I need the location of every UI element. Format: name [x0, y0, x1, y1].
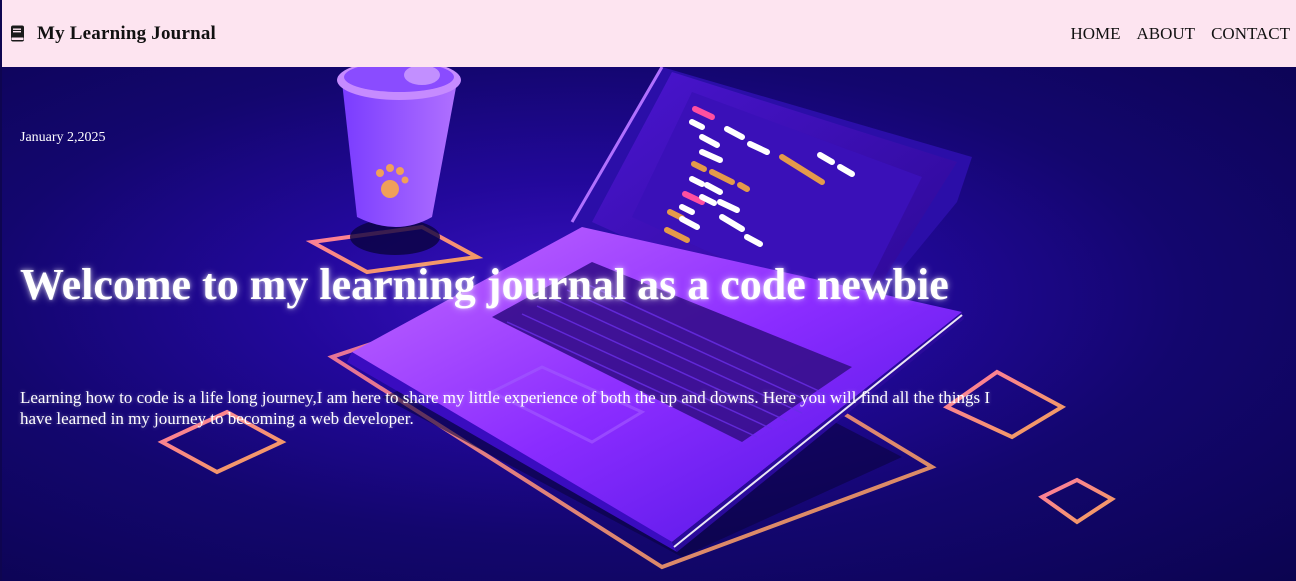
book-icon: [11, 25, 24, 42]
post-date: January 2,2025: [20, 130, 106, 145]
brand-title: My Learning Journal: [37, 22, 217, 44]
hero-intro: Learning how to code is a life long jour…: [20, 388, 990, 428]
brand[interactable]: My Learning Journal: [10, 23, 216, 45]
hero-illustration: [157, 67, 1116, 570]
nav-item-about[interactable]: ABOUT: [1137, 24, 1196, 44]
site-header: My Learning Journal HOME ABOUT CONTACT: [2, 0, 1296, 67]
page: My Learning Journal HOME ABOUT CONTACT J…: [0, 0, 1296, 581]
main-nav: HOME ABOUT CONTACT: [1070, 24, 1290, 44]
hero-section: January 2,2025 Welcome to my learning jo…: [2, 67, 1296, 581]
nav-item-contact[interactable]: CONTACT: [1211, 24, 1290, 44]
hero-headline: Welcome to my learning journal as a code…: [20, 260, 949, 309]
nav-item-home[interactable]: HOME: [1070, 24, 1120, 44]
